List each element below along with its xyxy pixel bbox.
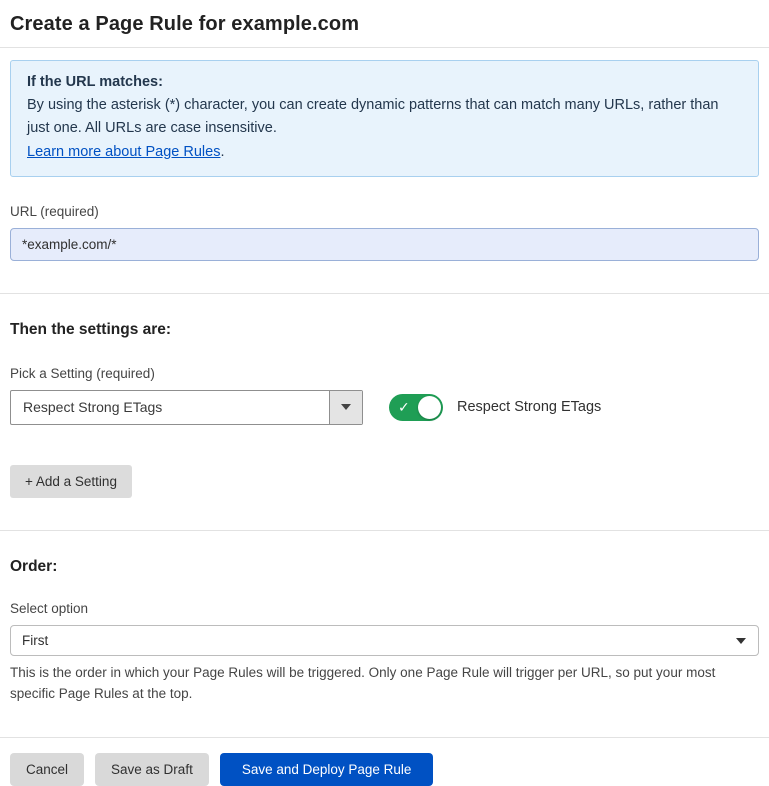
divider xyxy=(0,737,769,738)
url-matches-info-box: If the URL matches: By using the asteris… xyxy=(10,60,759,177)
divider xyxy=(0,530,769,531)
order-section-heading: Order: xyxy=(10,558,759,576)
pick-setting-label: Pick a Setting (required) xyxy=(10,366,759,381)
add-setting-button[interactable]: + Add a Setting xyxy=(10,465,132,498)
check-icon: ✓ xyxy=(398,398,410,416)
create-page-rule-page: Create a Page Rule for example.com If th… xyxy=(0,0,769,786)
url-input[interactable] xyxy=(10,228,759,261)
footer-actions: Cancel Save as Draft Save and Deploy Pag… xyxy=(10,753,759,786)
order-select-label: Select option xyxy=(10,601,759,616)
url-section: URL (required) xyxy=(10,204,759,261)
save-deploy-button[interactable]: Save and Deploy Page Rule xyxy=(220,753,434,786)
order-help-text: This is the order in which your Page Rul… xyxy=(10,663,755,705)
order-select-value: First xyxy=(22,633,48,648)
info-box-link-line: Learn more about Page Rules. xyxy=(27,141,742,164)
divider xyxy=(0,47,769,48)
setting-row: Respect Strong ETags ✓ Respect Strong ET… xyxy=(10,390,759,425)
page-title: Create a Page Rule for example.com xyxy=(0,0,769,47)
cancel-button[interactable]: Cancel xyxy=(10,753,84,786)
save-draft-button[interactable]: Save as Draft xyxy=(95,753,209,786)
order-select[interactable]: First xyxy=(10,625,759,656)
link-suffix: . xyxy=(220,144,224,160)
chevron-down-icon xyxy=(341,404,351,410)
chevron-down-icon xyxy=(736,638,746,644)
setting-select-value: Respect Strong ETags xyxy=(11,391,329,424)
settings-section-heading: Then the settings are: xyxy=(10,321,759,339)
url-label: URL (required) xyxy=(10,204,759,219)
toggle-label: Respect Strong ETags xyxy=(457,399,601,415)
learn-more-link[interactable]: Learn more about Page Rules xyxy=(27,144,220,160)
divider xyxy=(0,293,769,294)
info-box-heading: If the URL matches: xyxy=(27,71,742,94)
respect-strong-etags-toggle[interactable]: ✓ xyxy=(389,394,443,421)
setting-select-dropdown-button[interactable] xyxy=(329,391,362,424)
setting-select[interactable]: Respect Strong ETags xyxy=(10,390,363,425)
info-box-body: By using the asterisk (*) character, you… xyxy=(27,94,742,140)
toggle-knob xyxy=(418,396,441,419)
